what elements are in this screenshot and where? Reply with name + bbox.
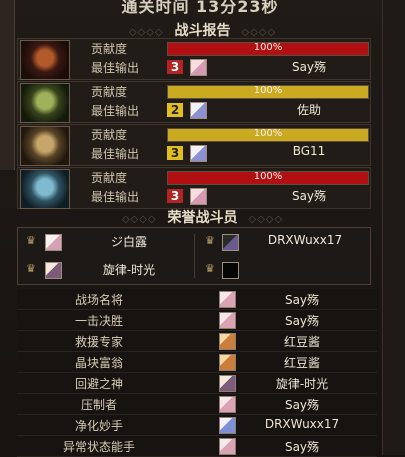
contribution-bar: 100% <box>167 42 369 56</box>
contribution-value: 100% <box>253 42 283 53</box>
contribution-label: 贡献度 <box>91 42 128 56</box>
award-player-avatar <box>219 417 236 434</box>
contribution-value: 100% <box>253 171 283 182</box>
player-portrait-teal <box>20 169 70 209</box>
award-player-avatar <box>219 333 236 350</box>
award-row: 净化妙手 DRXWuxx17 <box>17 415 377 436</box>
crown-icon: ♛ <box>205 262 215 275</box>
award-player-name: 旋律-时光 <box>275 377 329 391</box>
honor-member-cell[interactable]: ♛ <box>197 258 367 282</box>
contribution-value: 100% <box>253 85 283 96</box>
best-output-label: 最佳输出 <box>91 190 140 204</box>
rank-badge: 3 <box>167 189 183 203</box>
report-row: 贡献度 100% 最佳输出 3 BG11 <box>17 124 371 166</box>
contribution-bar: 100% <box>167 85 369 99</box>
clear-time-title: 通关时间 13分23秒 <box>121 0 279 16</box>
award-title: 异常状态能手 <box>62 440 135 454</box>
best-output-label: 最佳输出 <box>91 104 140 118</box>
award-row: 一击决胜 Say殇 <box>17 310 377 331</box>
award-row: 晶块富翁 红豆酱 <box>17 352 377 373</box>
contribution-label: 贡献度 <box>91 85 128 99</box>
left-ornament-icon: ◇◇◇◇ <box>121 214 157 225</box>
award-player-name: 红豆酱 <box>283 335 320 349</box>
report-row: 贡献度 100% 最佳输出 3 Say殇 <box>17 167 371 209</box>
award-player-name: 红豆酱 <box>283 356 320 370</box>
report-row: 贡献度 100% 最佳输出 2 佐助 <box>17 81 371 123</box>
best-player-name: 佐助 <box>296 103 321 117</box>
honor-members-panel: ♛ ジ白露 ♛ DRXWuxx17 ♛ 旋律-时光 ♛ <box>17 227 371 285</box>
crown-icon: ♛ <box>26 234 36 247</box>
best-player-name: Say殇 <box>291 60 327 74</box>
award-player-name: Say殇 <box>284 293 320 307</box>
rank-badge: 3 <box>167 146 183 160</box>
player-portrait-gold <box>20 126 70 166</box>
battle-report-title: 战斗报告 <box>174 23 231 39</box>
best-output-label: 最佳输出 <box>91 147 140 161</box>
award-title: 净化妙手 <box>74 419 123 433</box>
contribution-value: 100% <box>253 128 283 139</box>
crown-icon: ♛ <box>26 262 36 275</box>
award-title: 救援专家 <box>74 335 123 349</box>
award-row: 压制者 Say殇 <box>17 394 377 415</box>
honor-member-name: ジ白露 <box>110 235 147 249</box>
right-ornament-icon: ◇◇◇◇ <box>248 214 284 225</box>
honor-members-header: ◇◇◇◇ 荣誉战斗员 ◇◇◇◇ <box>0 207 405 226</box>
award-table: 战场名将 Say殇 一击决胜 Say殇 救援专家 红豆酱 晶块富翁 红豆酱 回避… <box>17 289 379 457</box>
award-player-name: DRXWuxx17 <box>264 417 340 431</box>
award-player-name: Say殇 <box>284 314 320 328</box>
contribution-label: 贡献度 <box>91 128 128 142</box>
award-row: 异常状态能手 Say殇 <box>17 436 377 457</box>
left-ornament-icon: ◇◇◇◇ <box>128 27 164 38</box>
best-output-label: 最佳输出 <box>91 61 140 75</box>
honor-divider <box>194 234 195 278</box>
award-row: 回避之神 旋律-时光 <box>17 373 377 394</box>
award-title: 晶块富翁 <box>74 356 123 370</box>
crown-icon: ♛ <box>205 234 215 247</box>
honor-member-avatar <box>45 262 62 279</box>
player-portrait-green <box>20 83 70 123</box>
right-scroll-track[interactable] <box>382 0 405 455</box>
award-row: 救援专家 红豆酱 <box>17 331 377 352</box>
right-ornament-icon: ◇◇◇◇ <box>241 27 277 38</box>
rank-badge: 2 <box>167 103 183 117</box>
award-player-avatar <box>219 291 236 308</box>
player-portrait-red <box>20 40 70 80</box>
award-player-avatar <box>219 354 236 371</box>
contribution-bar: 100% <box>167 128 369 142</box>
award-title: 战场名将 <box>74 293 123 307</box>
award-title: 一击决胜 <box>74 314 123 328</box>
honor-member-avatar <box>45 234 62 251</box>
award-player-name: Say殇 <box>284 440 320 454</box>
award-player-avatar <box>219 438 236 455</box>
honor-members-title: 荣誉战斗员 <box>167 210 238 226</box>
award-player-avatar <box>219 312 236 329</box>
best-player-avatar <box>190 59 207 76</box>
honor-member-name: DRXWuxx17 <box>267 233 343 247</box>
honor-member-name: 旋律-时光 <box>102 263 156 277</box>
award-row: 战场名将 Say殇 <box>17 289 377 310</box>
award-player-avatar <box>219 375 236 392</box>
report-row: 贡献度 100% 最佳输出 3 Say殇 <box>17 38 371 80</box>
honor-member-avatar <box>222 262 239 279</box>
award-player-avatar <box>219 396 236 413</box>
award-title: 回避之神 <box>74 377 123 391</box>
battle-report-header: ◇◇◇◇ 战斗报告 ◇◇◇◇ <box>0 20 405 39</box>
best-player-avatar <box>190 188 207 205</box>
contribution-bar: 100% <box>167 171 369 185</box>
best-player-name: BG11 <box>292 144 326 158</box>
award-player-name: Say殇 <box>284 398 320 412</box>
honor-member-cell[interactable]: ♛ 旋律-时光 <box>18 258 188 282</box>
best-player-name: Say殇 <box>291 189 327 203</box>
honor-member-cell[interactable]: ♛ ジ白露 <box>18 230 188 254</box>
best-player-avatar <box>190 145 207 162</box>
award-title: 压制者 <box>80 398 117 412</box>
contribution-label: 贡献度 <box>91 171 128 185</box>
rank-badge: 3 <box>167 60 183 74</box>
result-panel: 通关时间 13分23秒 ◇◇◇◇ 战斗报告 ◇◇◇◇ 贡献度 100% 最佳输出… <box>0 0 405 457</box>
honor-member-cell[interactable]: ♛ DRXWuxx17 <box>197 230 367 254</box>
honor-member-avatar <box>222 234 239 251</box>
best-player-avatar <box>190 102 207 119</box>
